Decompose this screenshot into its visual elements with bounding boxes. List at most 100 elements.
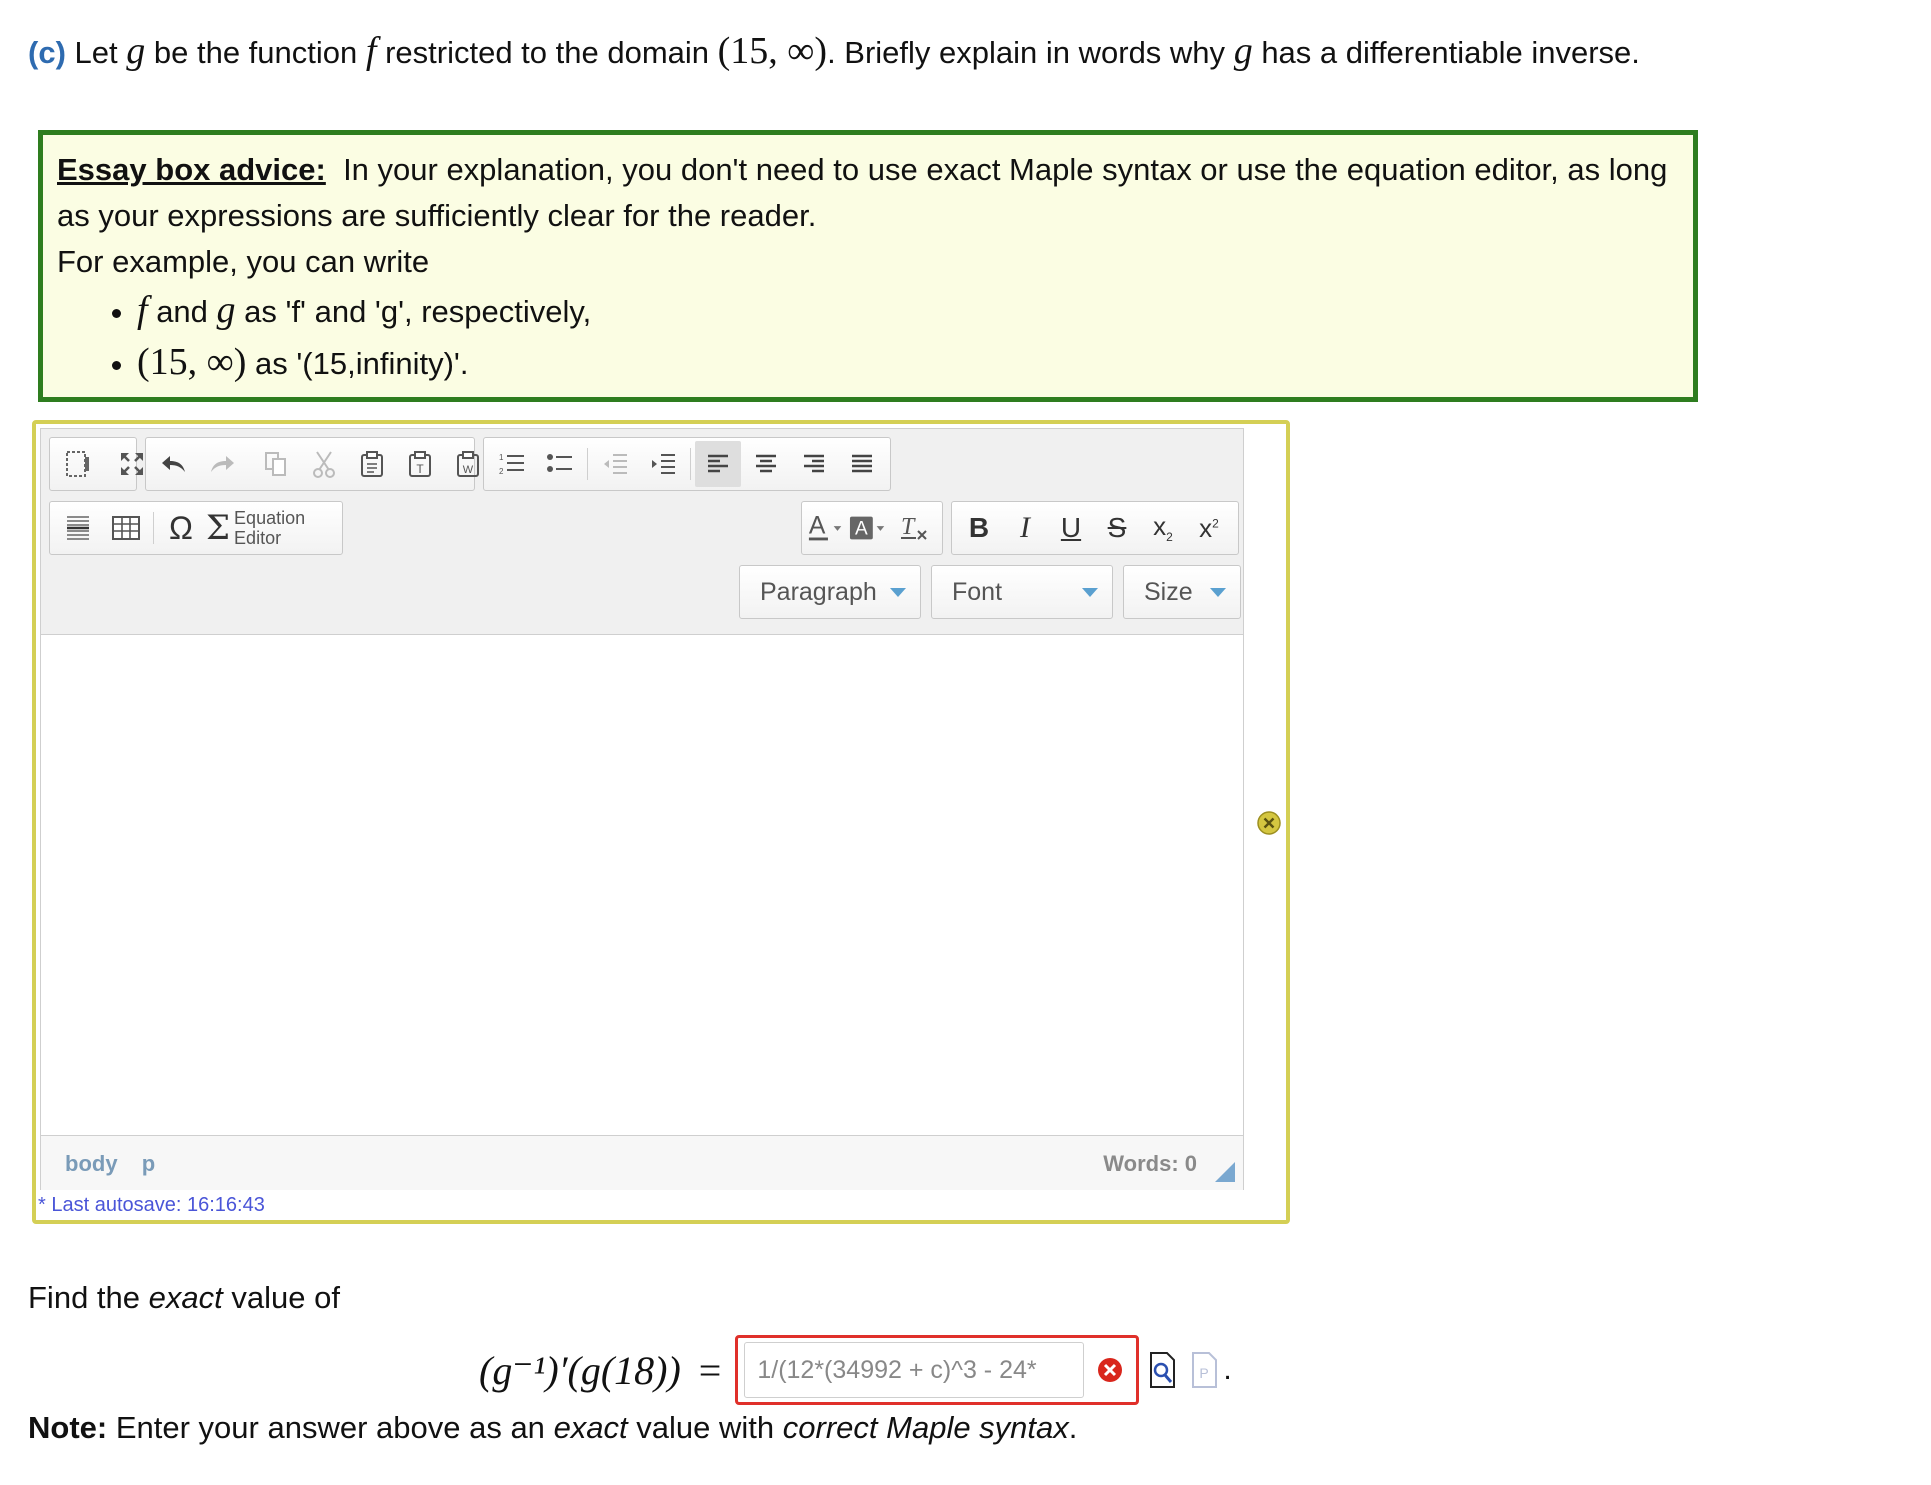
word-count: Words: 0 — [1103, 1151, 1197, 1176]
advice-text: as '(15,infinity)'. — [255, 346, 469, 381]
question-text-part: be the function — [153, 35, 358, 70]
strikethrough-button[interactable]: S — [1095, 505, 1139, 551]
toolbar-group-edit: T W — [145, 437, 535, 491]
bulleted-list-button[interactable] — [537, 441, 583, 487]
align-left-icon — [708, 454, 728, 473]
align-right-icon — [804, 454, 824, 473]
question-content: (c) Let g be the function f restricted t… — [28, 0, 1710, 1485]
list-item: f and g as 'f' and 'g', respectively, — [137, 285, 1679, 337]
show-blocks-icon — [66, 451, 89, 477]
error-icon — [1098, 1358, 1123, 1382]
align-center-button[interactable] — [743, 441, 789, 487]
superscript-button[interactable]: x2 — [1187, 505, 1231, 551]
toolbar-group-view — [49, 437, 143, 491]
element-path: body p — [65, 1151, 173, 1177]
math-var-g: g — [1233, 30, 1253, 72]
bulleted-list-icon — [547, 454, 572, 472]
paste-text-icon: T — [409, 451, 431, 477]
italic-icon: I — [1020, 511, 1030, 544]
redo-button[interactable] — [199, 441, 245, 487]
svg-text:W: W — [463, 464, 474, 476]
undo-icon — [162, 456, 185, 472]
horizontal-line-button[interactable] — [55, 505, 101, 551]
remove-format-button[interactable]: T — [891, 505, 937, 551]
trailing-period: . — [1223, 1353, 1232, 1386]
rich-text-editor: T W 12 Ω Σ Equation Editor A A T B I U S… — [40, 428, 1244, 1190]
answer-box — [735, 1335, 1140, 1405]
omega-icon: Ω — [169, 509, 193, 546]
table-button[interactable] — [103, 505, 149, 551]
paste-word-icon: W — [457, 451, 479, 477]
background-color-button[interactable]: A — [849, 505, 889, 551]
align-left-button[interactable] — [695, 441, 741, 487]
svg-text:A: A — [809, 513, 826, 540]
path-p-link[interactable]: p — [142, 1151, 155, 1176]
paste-text-button[interactable]: T — [397, 441, 443, 487]
find-prompt: Find the exact value of — [28, 1280, 340, 1315]
toolbar-group-color: A A T — [801, 501, 943, 555]
math-var-f: f — [365, 30, 377, 72]
answer-note: Note: Enter your answer above as an exac… — [28, 1410, 1078, 1445]
copy-icon — [265, 452, 286, 476]
text-color-button[interactable]: A — [807, 505, 847, 551]
chevron-down-icon — [1210, 588, 1226, 597]
numbered-list-button[interactable]: 12 — [489, 441, 535, 487]
editor-statusbar: body p Words: 0 — [41, 1135, 1243, 1190]
decrease-indent-button[interactable] — [592, 441, 638, 487]
question-text-part: Let — [74, 35, 118, 70]
underline-button[interactable]: U — [1049, 505, 1093, 551]
math-domain: (15, ∞) — [137, 341, 247, 383]
increase-indent-button[interactable] — [640, 441, 686, 487]
resize-handle-icon[interactable] — [1215, 1162, 1235, 1182]
list-item: (15, ∞) as '(15,infinity)'. — [137, 337, 1679, 389]
autosave-status: * Last autosave: 16:16:43 — [38, 1194, 265, 1216]
equation-editor-label: Equation Editor — [234, 508, 306, 548]
redo-icon — [211, 456, 234, 472]
special-character-button[interactable]: Ω — [158, 505, 204, 551]
show-blocks-button[interactable] — [55, 441, 101, 487]
math-var-f: f — [137, 289, 148, 331]
undo-button[interactable] — [151, 441, 197, 487]
paste-button[interactable] — [349, 441, 395, 487]
horizontal-line-icon — [67, 516, 89, 540]
toolbar-group-insert: Ω Σ Equation Editor — [49, 501, 343, 555]
subscript-button[interactable]: x2 — [1141, 505, 1185, 551]
svg-text:2: 2 — [499, 467, 504, 476]
question-text: (c) Let g be the function f restricted t… — [28, 28, 1688, 76]
equation-editor-button[interactable]: Σ Equation Editor — [206, 505, 305, 551]
justify-button[interactable] — [839, 441, 885, 487]
advice-heading: Essay box advice — [57, 152, 316, 187]
paragraph-format-select[interactable]: Paragraph — [739, 565, 921, 619]
svg-text:P: P — [1200, 1365, 1209, 1381]
cut-button[interactable] — [301, 441, 347, 487]
text-color-icon: A — [808, 513, 842, 541]
outdent-icon — [604, 454, 627, 474]
font-select[interactable]: Font — [931, 565, 1113, 619]
copy-button[interactable] — [253, 441, 299, 487]
svg-text:T: T — [416, 462, 424, 476]
math-var-g: g — [126, 30, 146, 72]
path-body-link[interactable]: body — [65, 1151, 118, 1176]
font-select-label: Font — [952, 578, 1003, 606]
toolbar-group-paragraph: 12 — [483, 437, 891, 491]
align-center-icon — [756, 454, 776, 473]
align-right-button[interactable] — [791, 441, 837, 487]
size-select[interactable]: Size — [1123, 565, 1241, 619]
background-color-icon: A — [849, 516, 885, 540]
answer-tools: P . — [1143, 1350, 1232, 1390]
plot-preview-icon[interactable]: P — [1189, 1350, 1221, 1390]
underline-icon: U — [1060, 512, 1082, 543]
align-justify-icon — [852, 454, 872, 473]
superscript-icon: x2 — [1199, 512, 1219, 543]
preview-icon[interactable] — [1147, 1350, 1179, 1390]
size-select-label: Size — [1144, 578, 1193, 606]
clear-essay-icon[interactable] — [1256, 810, 1282, 836]
math-domain: (15, ∞) — [717, 30, 828, 72]
italic-button[interactable]: I — [1003, 505, 1047, 551]
page: (c) Let g be the function f restricted t… — [28, 0, 1710, 1485]
chevron-down-icon — [1082, 588, 1098, 597]
bold-button[interactable]: B — [957, 505, 1001, 551]
editor-text-area[interactable] — [41, 636, 1243, 1134]
bold-icon: B — [968, 512, 990, 543]
answer-input[interactable] — [744, 1342, 1085, 1398]
